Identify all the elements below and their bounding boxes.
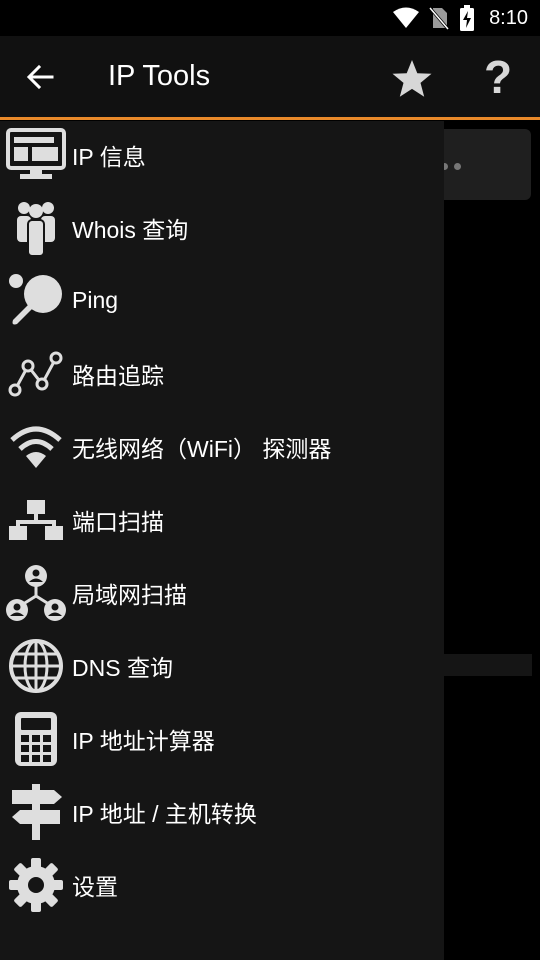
network-blocks-icon <box>6 491 66 549</box>
globe-icon <box>6 637 66 695</box>
star-icon[interactable] <box>390 57 434 101</box>
drawer-item-whois[interactable]: Whois 查询 <box>0 191 444 264</box>
calculator-icon <box>6 710 66 768</box>
drawer-item-label: DNS 查询 <box>72 654 173 681</box>
wifi-icon <box>393 7 420 28</box>
wifi-icon <box>6 418 66 476</box>
drawer-item-label: IP 地址 / 主机转换 <box>72 800 257 827</box>
people-icon <box>6 199 66 257</box>
monitor-icon <box>6 126 66 184</box>
drawer-item-ip-info[interactable]: IP 信息 <box>0 118 444 191</box>
drawer-item-traceroute[interactable]: 路由追踪 <box>0 337 444 410</box>
signpost-icon <box>6 783 66 841</box>
drawer-item-label: 局域网扫描 <box>72 581 187 608</box>
status-icons: 8:10 <box>393 0 528 36</box>
status-bar: 8:10 <box>0 0 540 36</box>
drawer-item-port-scan[interactable]: 端口扫描 <box>0 483 444 556</box>
drawer-item-ping[interactable]: Ping <box>0 264 444 337</box>
ping-pong-icon <box>6 272 66 330</box>
drawer-item-dns-lookup[interactable]: DNS 查询 <box>0 629 444 702</box>
drawer-item-ip-host-converter[interactable]: IP 地址 / 主机转换 <box>0 775 444 848</box>
lan-users-icon <box>6 564 66 622</box>
drawer-item-ip-calculator[interactable]: IP 地址计算器 <box>0 702 444 775</box>
app-bar: IP Tools ? <box>0 36 540 120</box>
no-sim-icon <box>429 7 450 30</box>
battery-charging-icon <box>460 5 475 31</box>
drawer-item-label: 设置 <box>72 873 118 900</box>
status-time: 8:10 <box>489 6 528 29</box>
drawer-item-lan-scan[interactable]: 局域网扫描 <box>0 556 444 629</box>
drawer-item-label: 路由追踪 <box>72 362 164 389</box>
route-icon <box>6 345 66 403</box>
drawer-item-label: Ping <box>72 287 119 313</box>
question-icon[interactable]: ? <box>478 50 518 104</box>
drawer-item-label: Whois 查询 <box>72 216 189 243</box>
arrow-left-icon[interactable] <box>22 61 58 93</box>
drawer-item-label: IP 信息 <box>72 143 146 170</box>
drawer-item-label: IP 地址计算器 <box>72 727 215 754</box>
drawer-item-wifi-scanner[interactable]: 无线网络（WiFi） 探测器 <box>0 410 444 483</box>
drawer-item-settings[interactable]: 设置 <box>0 848 444 921</box>
drawer-item-label: 端口扫描 <box>72 508 164 535</box>
app-title: IP Tools <box>108 60 211 92</box>
drawer-item-label: 无线网络（WiFi） 探测器 <box>72 435 332 462</box>
content-strip <box>440 654 532 676</box>
more-icon[interactable] <box>441 163 461 170</box>
navigation-drawer: IP 信息 Whois 查询 Ping 路由追踪 无线网络（WiFi） 探测器 … <box>0 121 444 960</box>
gear-icon <box>6 856 66 914</box>
